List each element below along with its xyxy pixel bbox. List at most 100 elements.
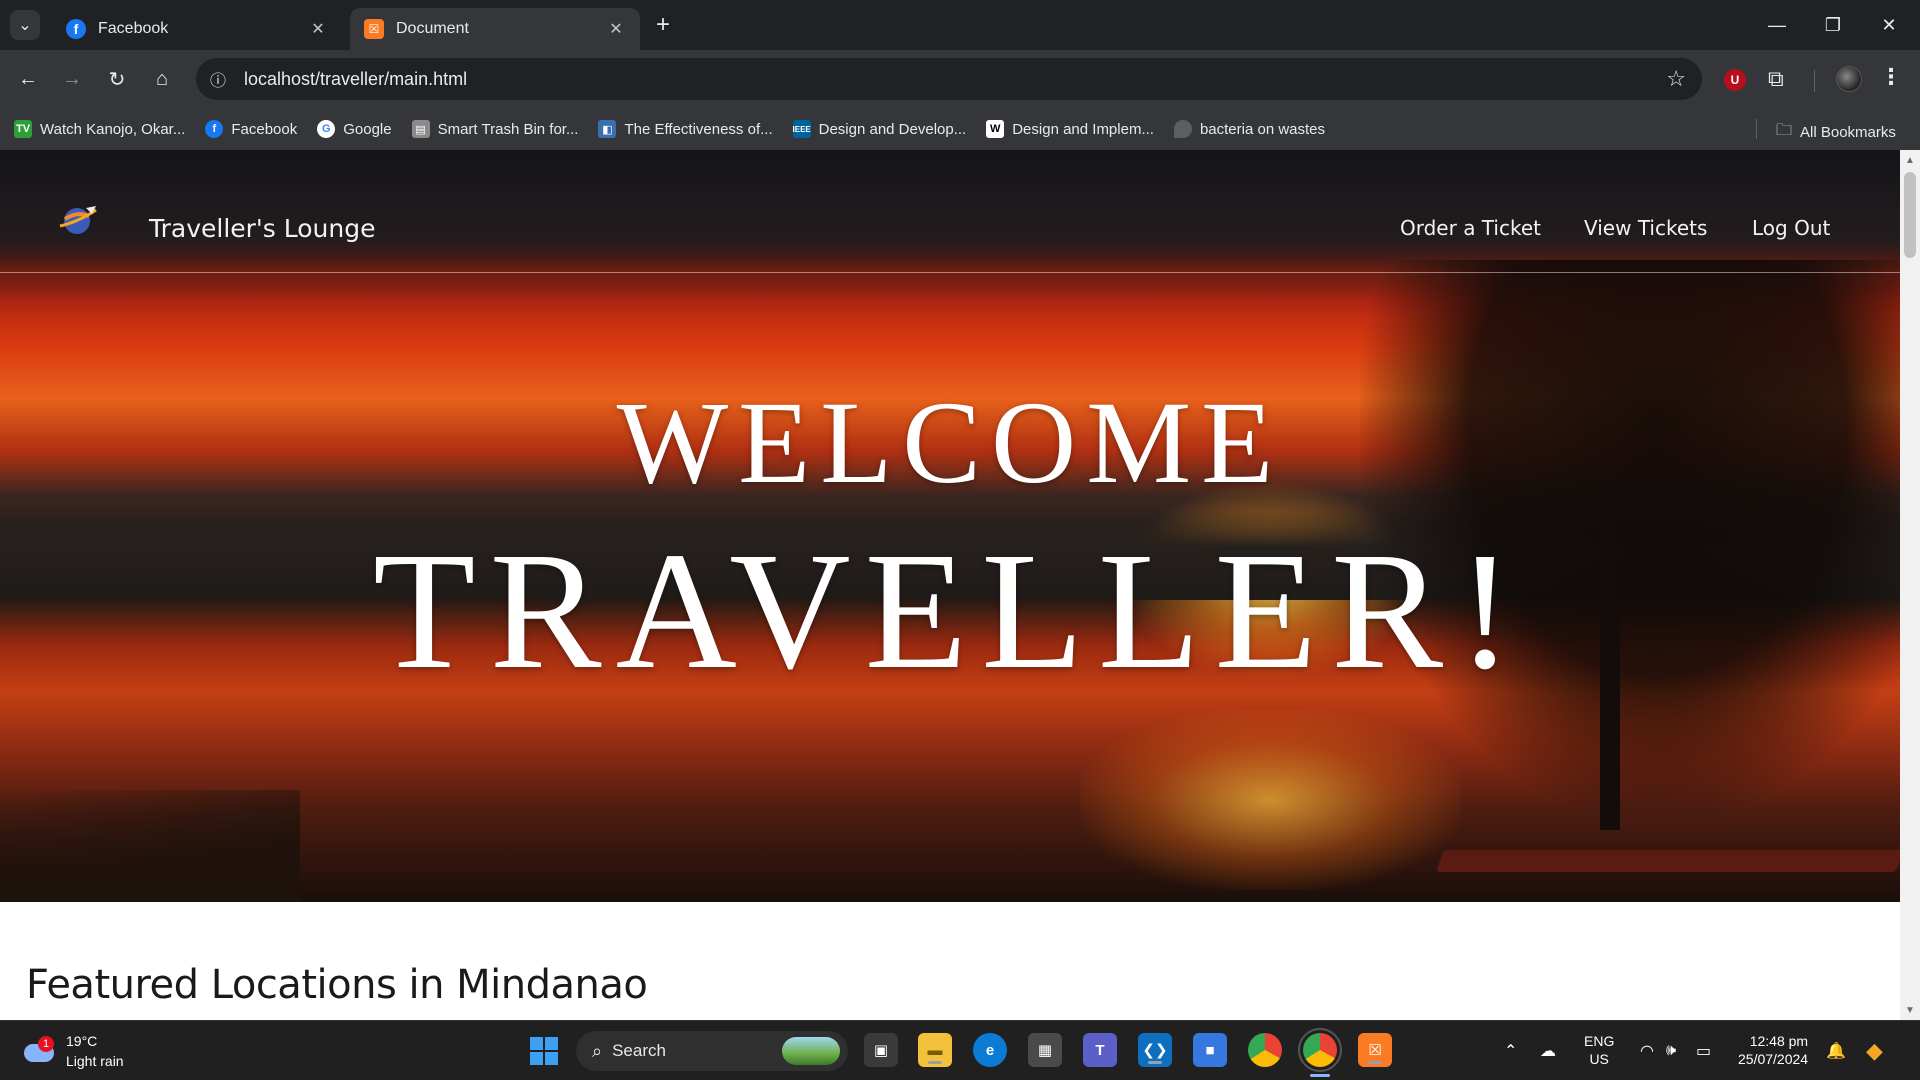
file-explorer-icon[interactable]: ▬: [918, 1033, 952, 1067]
bookmarks-divider: [1756, 119, 1757, 139]
weather-widget[interactable]: 1 19°C Light rain: [22, 1031, 124, 1071]
tab-title: Document: [396, 20, 469, 37]
minimize-button[interactable]: —: [1762, 10, 1792, 40]
globe-plane-logo-icon[interactable]: [56, 202, 98, 236]
home-icon: ⌂: [155, 67, 169, 90]
browser-toolbar: ← → ↻ ⌂ ⓘ localhost/traveller/main.html …: [0, 50, 1920, 108]
ieee-icon: IEEE: [793, 120, 811, 138]
url-text[interactable]: localhost/traveller/main.html: [244, 69, 467, 90]
vscode-icon[interactable]: ❮❯: [1138, 1033, 1172, 1067]
onedrive-error-icon[interactable]: ☁: [1540, 1021, 1556, 1080]
scroll-up-arrow-icon[interactable]: ▲: [1904, 154, 1916, 166]
bookmark-item[interactable]: ◧ The Effectiveness of...: [598, 120, 773, 138]
notification-badge: 1: [38, 1036, 54, 1052]
edge-icon[interactable]: e: [973, 1033, 1007, 1067]
app-icon[interactable]: ■: [1193, 1033, 1227, 1067]
close-window-button[interactable]: ✕: [1874, 10, 1904, 40]
running-indicator: [928, 1061, 942, 1064]
ublock-extension-icon[interactable]: U: [1724, 69, 1746, 91]
address-bar[interactable]: ⓘ localhost/traveller/main.html ☆: [196, 58, 1702, 100]
nav-order-ticket[interactable]: Order a Ticket: [1400, 216, 1541, 240]
microsoft-store-icon[interactable]: ▦: [1028, 1033, 1062, 1067]
search-icon: ⌕: [592, 1040, 603, 1061]
scroll-down-arrow-icon[interactable]: ▼: [1904, 1004, 1916, 1016]
site-brand-title[interactable]: Traveller's Lounge: [149, 214, 376, 243]
bookmark-star-icon[interactable]: ☆: [1666, 66, 1686, 92]
bookmark-label: bacteria on wastes: [1199, 120, 1326, 138]
facebook-icon: f: [66, 19, 86, 39]
page-scrollbar[interactable]: ▲ ▼: [1900, 150, 1920, 1020]
more-menu-icon[interactable]: ⋮: [1880, 64, 1902, 90]
xampp-icon[interactable]: ☒: [1358, 1033, 1392, 1067]
toolbar-divider: [1814, 70, 1815, 92]
tab-title: Facebook: [98, 20, 169, 37]
bookmark-item[interactable]: TV Watch Kanojo, Okar...: [14, 120, 185, 138]
rain-cloud-icon: 1: [22, 1036, 56, 1066]
taskbar-search[interactable]: ⌕ Search: [576, 1031, 848, 1071]
bookmarks-bar: TV Watch Kanojo, Okar... f Facebook G Go…: [0, 108, 1920, 150]
site-info-icon[interactable]: ⓘ: [204, 65, 232, 93]
wikipedia-icon: W: [986, 120, 1005, 138]
scroll-thumb[interactable]: [1904, 172, 1916, 258]
profile-avatar[interactable]: [1836, 66, 1862, 92]
weather-description: Light rain: [66, 1053, 124, 1069]
extensions-icon[interactable]: ⧉: [1768, 66, 1784, 92]
language-indicator[interactable]: ENG US: [1584, 1032, 1614, 1068]
show-hidden-icons-chevron-icon[interactable]: ⌃: [1504, 1021, 1517, 1080]
nav-log-out[interactable]: Log Out: [1752, 216, 1830, 240]
chrome-icon[interactable]: [1248, 1033, 1282, 1067]
facebook-icon: f: [205, 120, 224, 138]
all-bookmarks-button[interactable]: 🗀 All Bookmarks: [1776, 119, 1896, 146]
close-icon[interactable]: ✕: [606, 19, 626, 39]
folder-icon: 🗀: [1776, 122, 1793, 139]
all-bookmarks-label: All Bookmarks: [1800, 124, 1896, 141]
bookmark-item[interactable]: G Google: [317, 120, 392, 138]
tab-search-button[interactable]: ⌄: [10, 10, 40, 40]
task-view-icon[interactable]: ▣: [864, 1033, 898, 1067]
arrow-right-icon: →: [62, 67, 82, 90]
notifications-bell-icon[interactable]: 🔔: [1826, 1021, 1846, 1080]
bookmark-label: Design and Develop...: [818, 120, 967, 138]
leaf-icon: [1173, 120, 1192, 138]
chrome-profile-icon[interactable]: [1298, 1028, 1342, 1077]
bookmark-item[interactable]: ▤ Smart Trash Bin for...: [411, 120, 578, 138]
hero-boat-silhouette: [1435, 850, 1900, 872]
battery-icon[interactable]: ▭: [1696, 1021, 1711, 1080]
back-button[interactable]: ←: [12, 63, 44, 95]
wifi-icon[interactable]: ◠: [1640, 1021, 1654, 1080]
tab-facebook[interactable]: f Facebook ✕: [52, 8, 342, 50]
minimize-icon: —: [1768, 14, 1786, 35]
bookmark-item[interactable]: W Design and Implem...: [986, 120, 1154, 138]
weather-temperature: 19°C: [66, 1033, 98, 1049]
start-button-windows-icon[interactable]: [530, 1037, 558, 1065]
bookmark-label: Watch Kanojo, Okar...: [40, 120, 186, 138]
bookmark-item[interactable]: bacteria on wastes: [1173, 120, 1326, 138]
close-icon[interactable]: ✕: [308, 19, 328, 39]
home-button[interactable]: ⌂: [146, 63, 178, 95]
forward-button[interactable]: →: [56, 63, 88, 95]
reload-icon: ↻: [108, 68, 126, 91]
bookmark-item[interactable]: IEEE Design and Develop...: [793, 120, 967, 138]
volume-icon[interactable]: 🕪: [1666, 1021, 1676, 1080]
language-code: ENG: [1584, 1033, 1615, 1049]
document-icon: ▤: [411, 120, 430, 138]
section-title-featured: Featured Locations in Mindanao: [26, 962, 648, 1008]
bookmark-label: Google: [343, 120, 392, 138]
bookmark-label: The Effectiveness of...: [624, 120, 773, 138]
bookmark-item[interactable]: f Facebook: [205, 120, 297, 138]
restore-button[interactable]: ❐: [1818, 10, 1848, 40]
clock[interactable]: 12:48 pm 25/07/2024: [1738, 1032, 1808, 1068]
clock-time: 12:48 pm: [1749, 1033, 1809, 1049]
page-viewport: Traveller's Lounge Order a Ticket View T…: [0, 150, 1900, 1020]
nav-view-tickets[interactable]: View Tickets: [1584, 216, 1707, 240]
site-navbar: Traveller's Lounge Order a Ticket View T…: [0, 150, 1900, 273]
restore-icon: ❐: [1824, 14, 1842, 35]
plus-icon: +: [655, 11, 670, 38]
teams-icon[interactable]: T: [1083, 1033, 1117, 1067]
chevron-down-icon: ⌄: [18, 17, 32, 34]
copilot-icon[interactable]: ◆: [1866, 1021, 1883, 1080]
hero-heading-welcome: WELCOME: [616, 377, 1284, 508]
reload-button[interactable]: ↻: [101, 63, 133, 95]
new-tab-button[interactable]: +: [650, 11, 676, 38]
tab-document[interactable]: ☒ Document ✕: [350, 8, 640, 50]
